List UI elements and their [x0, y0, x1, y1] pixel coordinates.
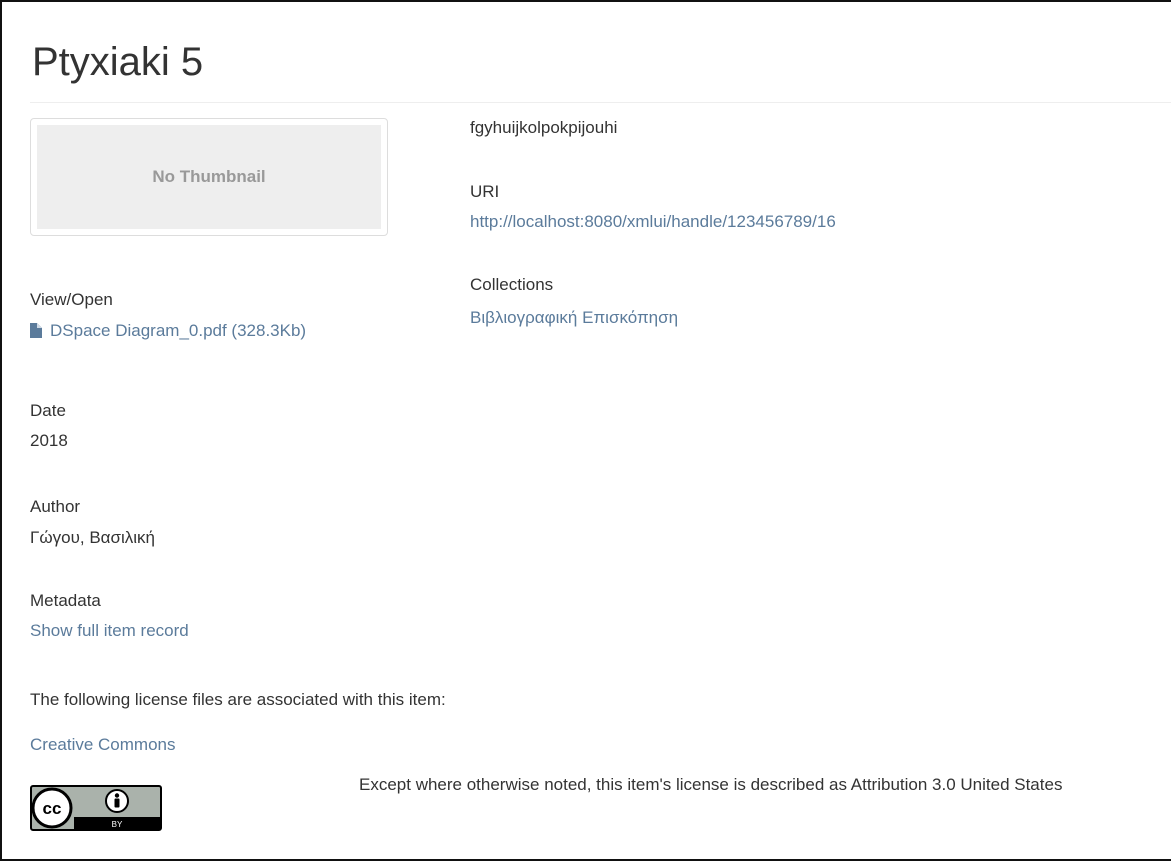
collections-label: Collections [470, 275, 554, 294]
author-value: Γώγου, Βασιλική [30, 528, 156, 547]
title-divider [30, 102, 1171, 103]
license-intro: The following license files are associat… [30, 690, 446, 709]
metadata-label: Metadata [30, 591, 101, 610]
date-value: 2018 [30, 431, 68, 450]
collection-link[interactable]: Βιβλιογραφική Επισκόπηση [470, 307, 678, 329]
show-full-record-link[interactable]: Show full item record [30, 620, 189, 642]
file-link-text: DSpace Diagram_0.pdf (328.3Kb) [50, 321, 307, 340]
cc-by-badge-link[interactable]: cc BY [30, 785, 162, 831]
uri-link[interactable]: http://localhost:8080/xmlui/handle/12345… [470, 211, 836, 233]
view-open-label: View/Open [30, 290, 113, 309]
cc-by-label: BY [112, 820, 123, 829]
thumbnail: No Thumbnail [30, 118, 388, 236]
author-label: Author [30, 497, 81, 516]
file-icon [30, 322, 42, 344]
file-download-link[interactable]: DSpace Diagram_0.pdf (328.3Kb) [30, 320, 306, 344]
license-description: Except where otherwise noted, this item'… [359, 775, 1063, 794]
item-abstract: fgyhuijkolpokpijouhi [470, 118, 618, 137]
cc-by-badge: cc BY [30, 785, 162, 831]
thumbnail-text: No Thumbnail [152, 167, 266, 186]
thumbnail-placeholder: No Thumbnail [37, 125, 381, 229]
uri-label: URI [470, 182, 500, 201]
creative-commons-link[interactable]: Creative Commons [30, 734, 176, 756]
cc-mark: cc [43, 799, 62, 818]
date-label: Date [30, 401, 66, 420]
page-title: Ptyxiaki 5 [32, 40, 204, 84]
